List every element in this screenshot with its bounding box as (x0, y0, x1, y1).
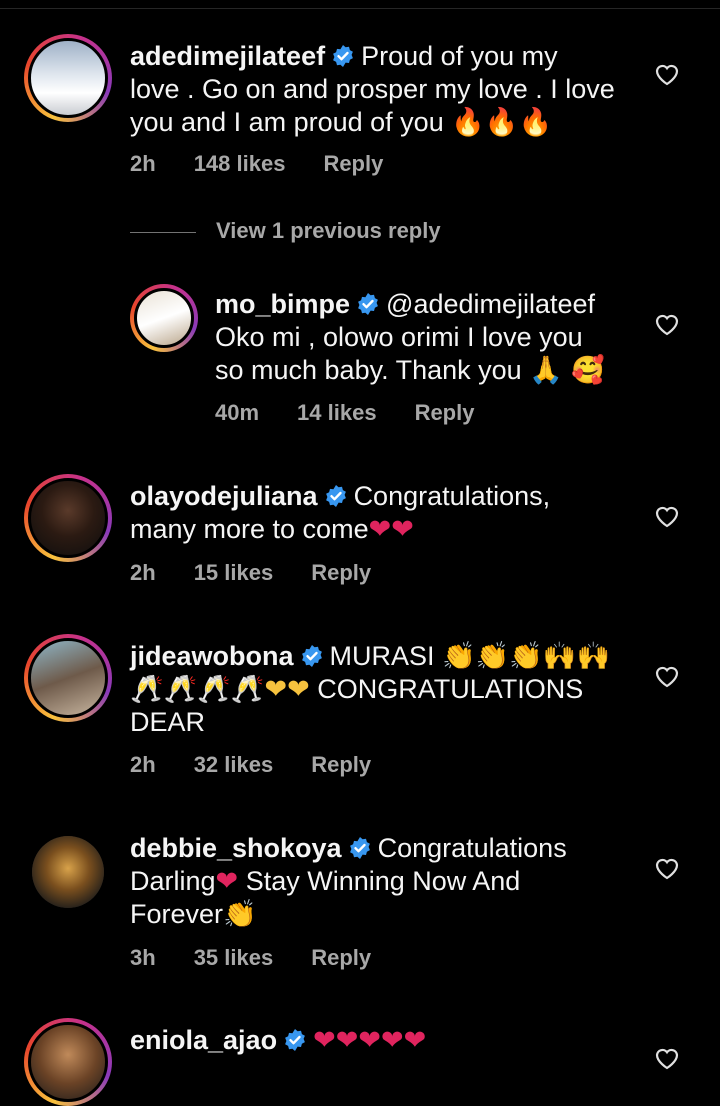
reply-button[interactable]: Reply (415, 400, 475, 425)
username[interactable]: olayodejuliana (130, 481, 318, 511)
avatar[interactable] (24, 634, 112, 722)
avatar[interactable] (24, 474, 112, 562)
comment-line: you and I am proud of you (130, 107, 444, 137)
view-replies-label: View 1 previous reply (216, 218, 441, 243)
avatar[interactable] (24, 1018, 112, 1106)
like-count[interactable]: 35 likes (194, 945, 274, 970)
top-divider (0, 8, 720, 9)
mention[interactable]: @adedimejilateef (386, 289, 595, 319)
timestamp: 40m (215, 400, 260, 425)
clap-emoji: 👏👏👏🙌🙌 (442, 641, 611, 672)
heart-emoji: ❤ (215, 866, 239, 897)
heart-outline-icon[interactable] (654, 312, 680, 336)
verified-badge-icon (358, 293, 378, 315)
username[interactable]: mo_bimpe (215, 289, 350, 319)
comment-text: debbie_shokoya Congratulations Darling❤ S… (130, 832, 640, 931)
reply-text: mo_bimpe @adedimejilateef Oko mi , olowo … (215, 288, 645, 387)
username[interactable]: adedimejilateef (130, 41, 325, 71)
comment-line: many more to come (130, 514, 369, 544)
like-count[interactable]: 32 likes (194, 752, 274, 777)
verified-badge-icon (325, 485, 346, 507)
heart-emoji: ❤❤ (368, 514, 414, 545)
comment-meta: 3h 35 likes Reply (130, 945, 409, 971)
verified-badge-icon (333, 45, 353, 67)
heart-emoji: ❤❤❤❤❤ (313, 1025, 427, 1056)
verified-badge-icon (301, 645, 322, 667)
avatar[interactable] (130, 284, 198, 352)
comment-meta: 2h 15 likes Reply (130, 560, 409, 586)
comment-line: Congratulations, (353, 481, 551, 511)
username[interactable]: debbie_shokoya (130, 833, 342, 863)
reply-button[interactable]: Reply (311, 560, 371, 585)
fire-emoji: 🔥🔥🔥 (451, 107, 553, 138)
like-count[interactable]: 15 likes (194, 560, 274, 585)
comment-text: jideawobona MURASI 👏👏👏🙌🙌 🥂🥂🥂🥂❤❤ CONGRATUL… (130, 640, 640, 739)
comment-line: DEAR (130, 707, 206, 737)
comment-meta: 40m 14 likes Reply (215, 400, 512, 426)
comment-line: Congratulations (377, 833, 567, 863)
avatar[interactable] (24, 34, 112, 122)
heart-outline-icon[interactable] (654, 856, 680, 880)
comment-line: Stay Winning Now And (245, 866, 521, 896)
reply-button[interactable]: Reply (323, 151, 383, 176)
like-count[interactable]: 148 likes (194, 151, 286, 176)
comment-line: MURASI (329, 641, 435, 671)
pray-emoji: 🙏 🥰 (529, 355, 606, 386)
timestamp: 2h (130, 752, 156, 777)
comment-line: so much baby. Thank you (215, 355, 522, 385)
verified-badge-icon (285, 1029, 305, 1051)
heart-outline-icon[interactable] (654, 504, 680, 528)
comment-line: CONGRATULATIONS (317, 674, 584, 704)
timestamp: 2h (130, 151, 156, 176)
view-previous-reply[interactable]: View 1 previous reply (130, 218, 441, 244)
like-count[interactable]: 14 likes (297, 400, 377, 425)
comment-text: adedimejilateef Proud of you my love . Go… (130, 40, 640, 139)
cheers-emoji: 🥂🥂🥂🥂❤❤ (130, 674, 310, 705)
comment-text: olayodejuliana Congratulations, many more… (130, 480, 640, 546)
heart-outline-icon[interactable] (654, 664, 680, 688)
reply-button[interactable]: Reply (311, 752, 371, 777)
verified-badge-icon (349, 837, 370, 859)
comment-line: Oko mi , olowo orimi I love you (215, 322, 583, 352)
timestamp: 2h (130, 560, 156, 585)
reply-divider (130, 231, 196, 233)
timestamp: 3h (130, 945, 156, 970)
username[interactable]: jideawobona (130, 641, 294, 671)
clap-emoji: 👏 (223, 899, 257, 930)
heart-outline-icon[interactable] (654, 1046, 680, 1070)
comment-line: love . Go on and prosper my love . I lov… (130, 74, 615, 104)
avatar[interactable] (32, 836, 104, 908)
comment-line: Proud of you my (361, 41, 558, 71)
username[interactable]: eniola_ajao (130, 1025, 277, 1055)
reply-button[interactable]: Reply (311, 945, 371, 970)
comment-line: Darling (130, 866, 216, 896)
heart-outline-icon[interactable] (654, 62, 680, 86)
comment-line: Forever (130, 899, 224, 929)
comment-meta: 2h 32 likes Reply (130, 752, 409, 778)
comment-text: eniola_ajao ❤❤❤❤❤ (130, 1024, 640, 1057)
comment-meta: 2h 148 likes Reply (130, 151, 421, 177)
